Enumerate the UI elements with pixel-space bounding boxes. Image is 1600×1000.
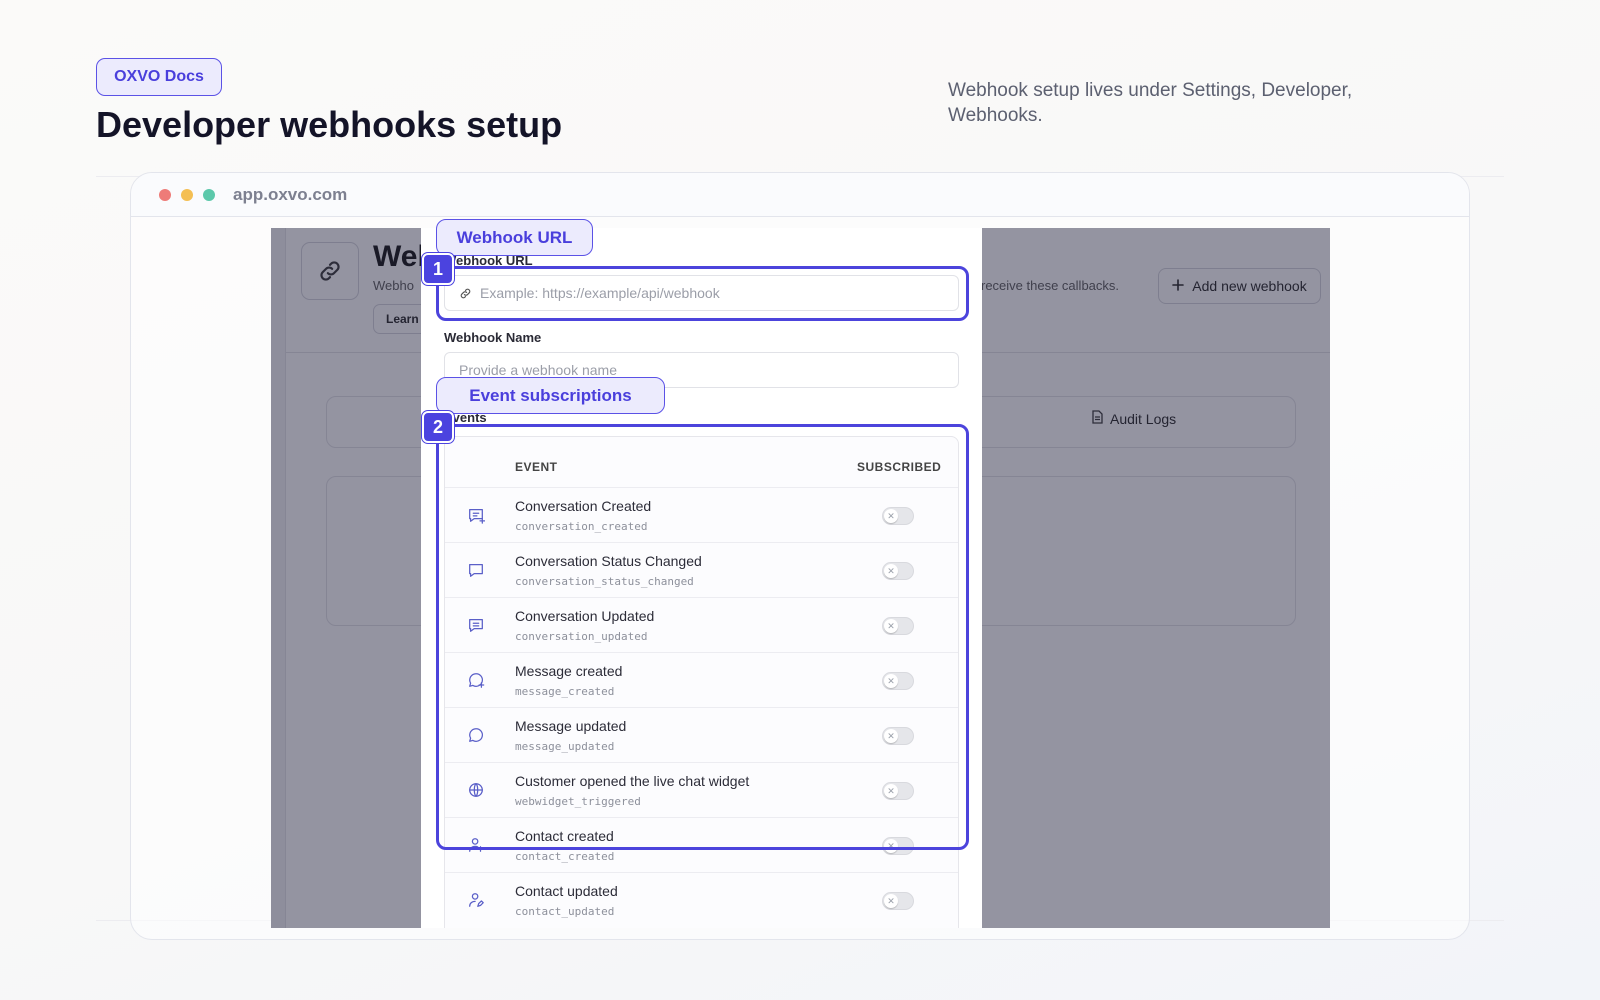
page-title: Developer webhooks setup (96, 104, 563, 145)
page-subtitle: Webhook setup lives under Settings, Deve… (948, 80, 1353, 126)
highlight-webhook-url (436, 266, 969, 321)
callout-webhook-url: Webhook URL (436, 219, 593, 256)
event-code: contact_updated (515, 905, 615, 918)
person-edit-icon (467, 891, 485, 909)
minimize-dot[interactable] (181, 189, 193, 201)
step-1-badge: 1 (422, 253, 454, 285)
highlight-event-subscriptions (436, 424, 969, 850)
toggle-off-icon: ✕ (884, 894, 898, 908)
event-row-contact-updated: Contact updated contact_updated ✕ (445, 872, 958, 927)
webhook-name-label: Webhook Name (444, 330, 542, 345)
address-bar[interactable]: app.oxvo.com (233, 185, 347, 205)
event-code: contact_created (515, 850, 615, 863)
step-2-badge: 2 (422, 411, 454, 443)
browser-toolbar: app.oxvo.com (131, 173, 1469, 217)
callout-event-subscriptions: Event subscriptions (436, 377, 665, 414)
webhook-name-placeholder: Provide a webhook name (459, 362, 617, 378)
docs-badge: OXVO Docs (96, 58, 222, 96)
close-dot[interactable] (159, 189, 171, 201)
maximize-dot[interactable] (203, 189, 215, 201)
event-name: Contact updated (515, 883, 618, 899)
subscribe-toggle[interactable]: ✕ (882, 892, 914, 910)
